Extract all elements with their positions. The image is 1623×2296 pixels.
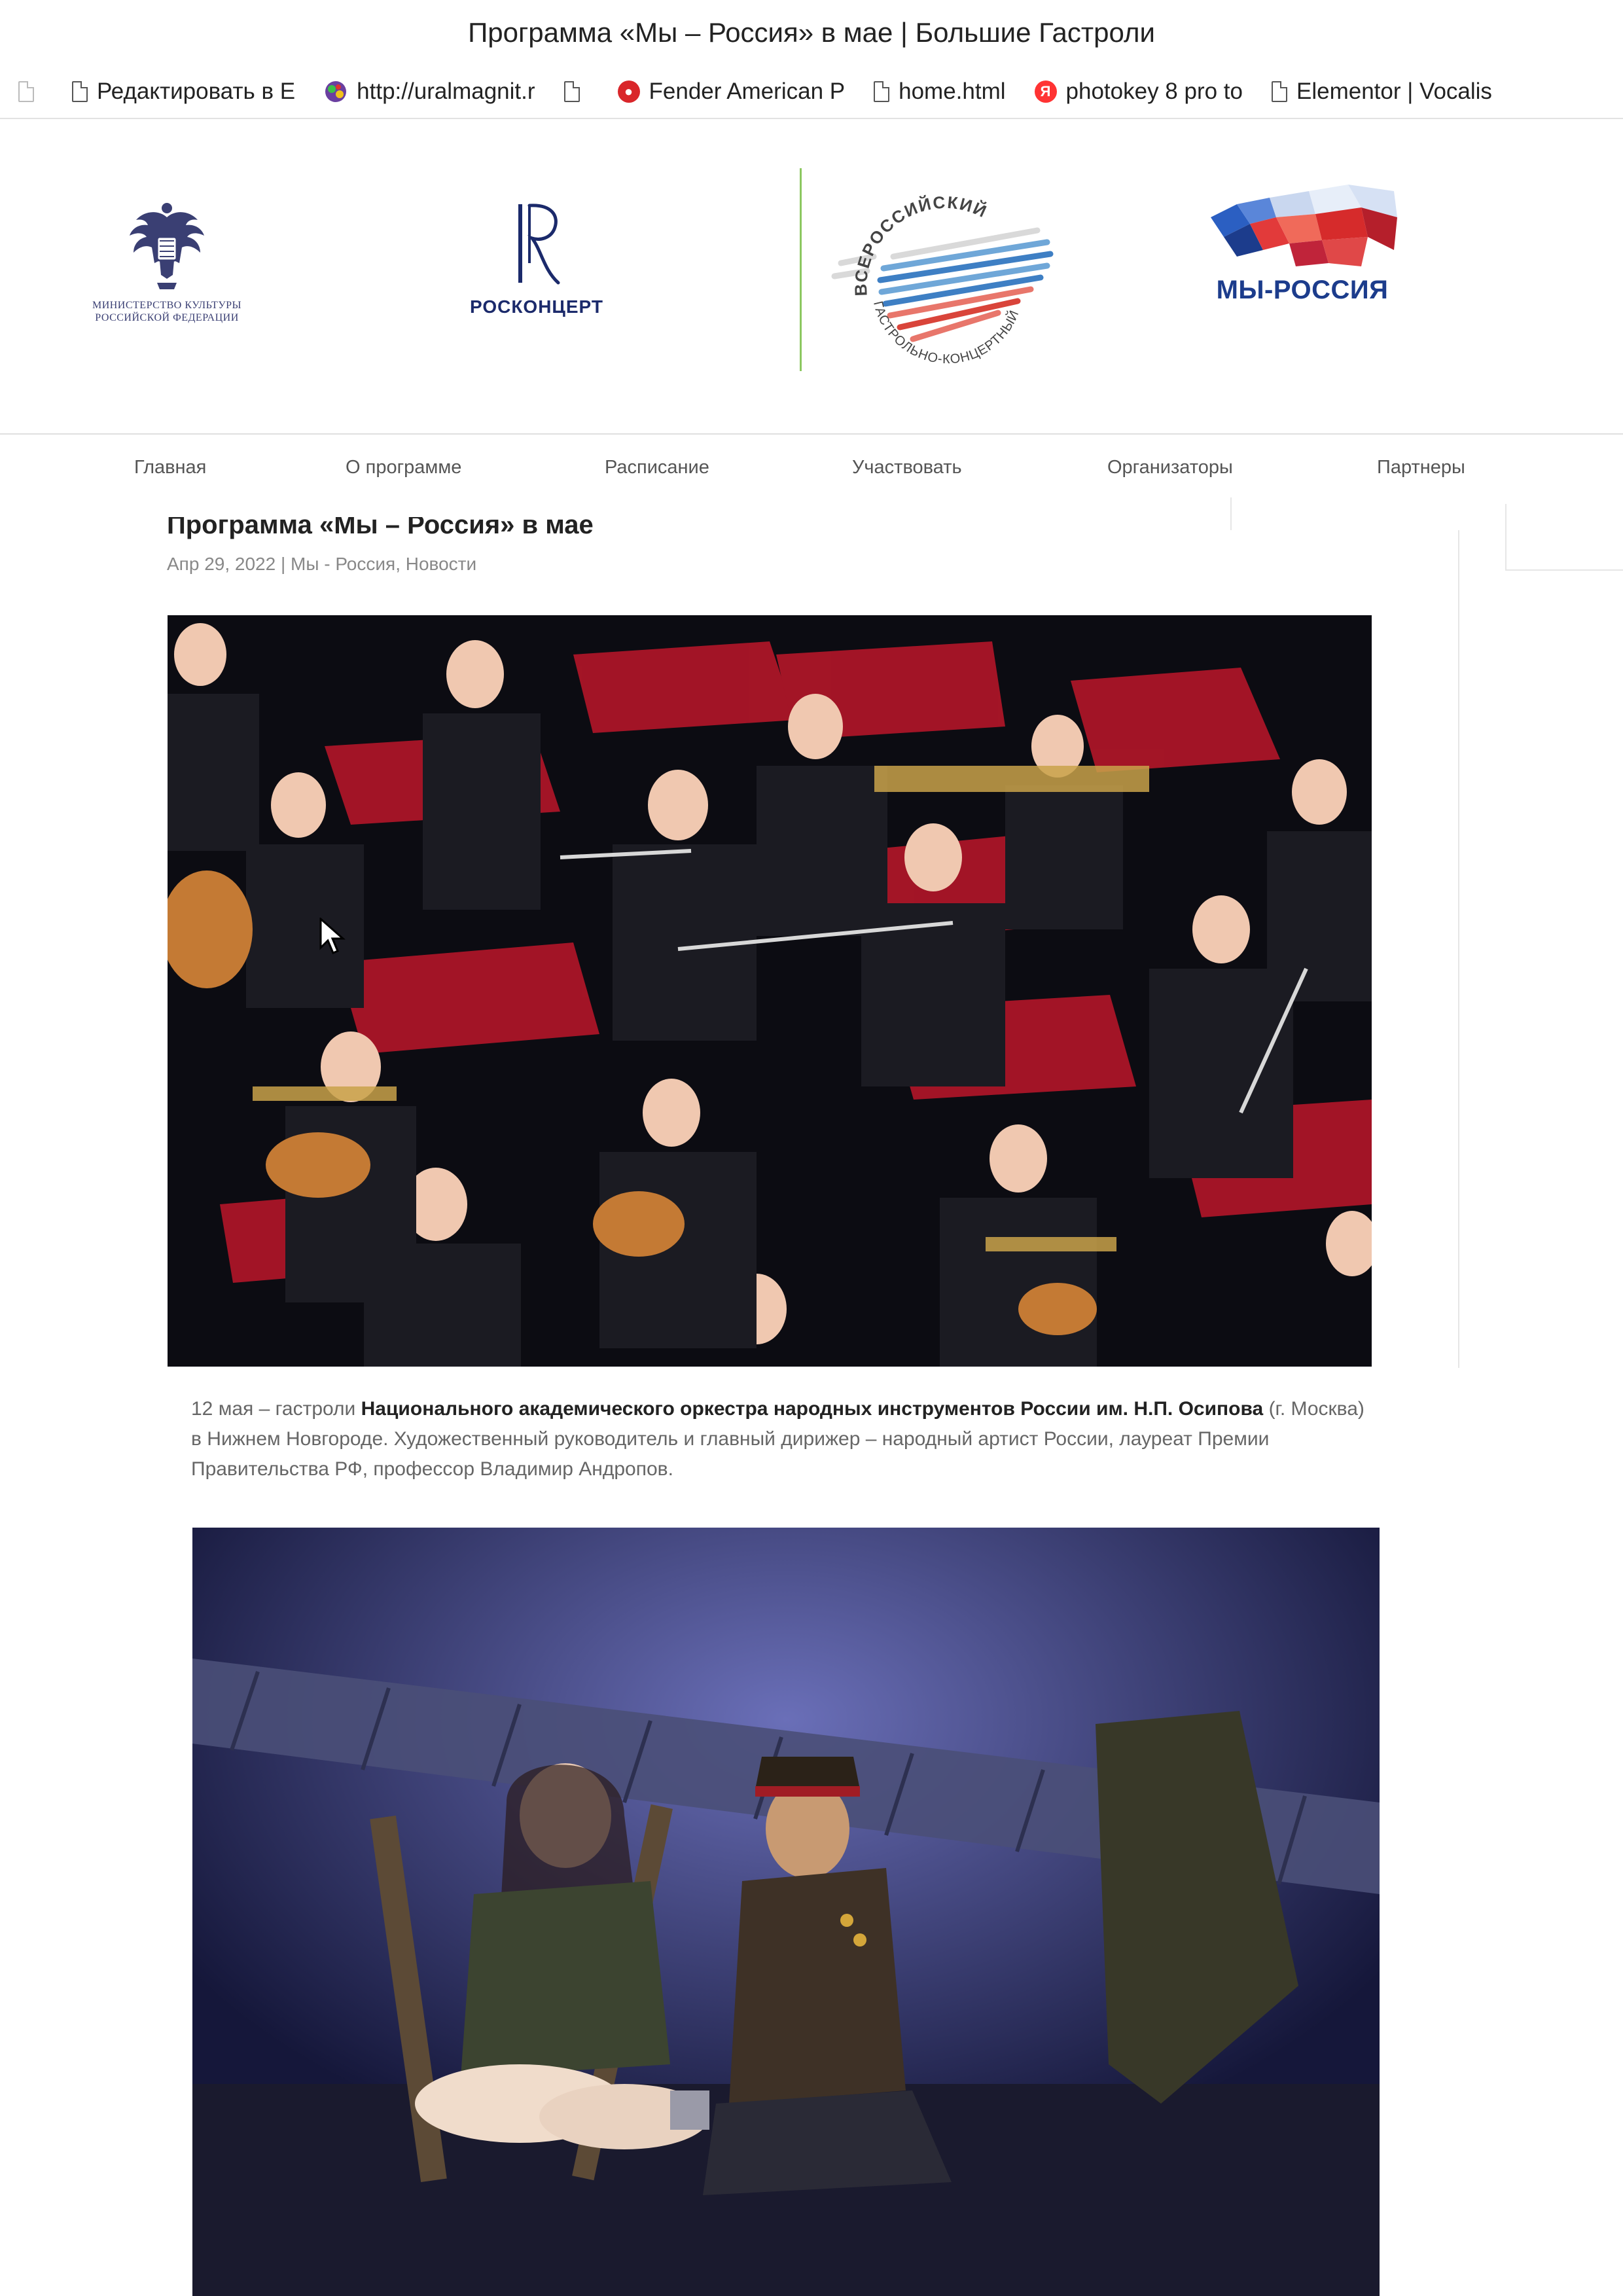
window-title: Программа «Мы – Россия» в мае | Большие … (468, 17, 1155, 48)
page-icon (1271, 81, 1287, 102)
post-caption: 12 мая – гастроли Национального академич… (191, 1394, 1369, 1484)
orchestra-image (168, 615, 1372, 1367)
ministry-of-culture-logo[interactable]: МИНИСТЕРСТВО КУЛЬТУРЫ РОССИЙСКОЙ ФЕДЕРАЦ… (79, 198, 255, 342)
bookmark-label: photokey 8 pro to (1065, 79, 1243, 104)
nav-item-participate[interactable]: Участвовать (852, 457, 962, 478)
nav-item-organizers[interactable]: Организаторы (1107, 457, 1233, 478)
bookmark-edit[interactable]: Редактировать в E (58, 65, 310, 118)
bookmark-label: Elementor | Vocalis (1296, 79, 1492, 104)
bookmark-blank-1[interactable] (0, 65, 58, 118)
bookmark-uralmagnit[interactable]: http://uralmagnit.r (310, 65, 549, 118)
theatre-photo (192, 1528, 1380, 2296)
globe-icon (324, 80, 348, 103)
site-header: МИНИСТЕРСТВО КУЛЬТУРЫ РОССИЙСКОЙ ФЕДЕРАЦ… (0, 119, 1623, 435)
sidebar-widget (1505, 504, 1623, 571)
bookmark-elementor[interactable]: Elementor | Vocalis (1257, 65, 1507, 118)
category-link-my-russia[interactable]: Мы - Россия (291, 554, 395, 574)
caption-lead: 12 мая – гастроли (191, 1398, 356, 1420)
page-icon (18, 81, 34, 102)
my-russia-caption: МЫ-РОССИЯ (1216, 276, 1389, 304)
caption-orchestra-name: Национального академического оркестра на… (361, 1398, 1264, 1420)
double-headed-eagle-icon (130, 203, 204, 289)
russia-map-stripes-icon: ВСЕРОССИЙСКИЙ ГАСТРОЛЬНО-КОНЦЕРТНЫЙ ПЛАН (816, 173, 1054, 367)
category-separator: , (395, 554, 401, 574)
post-date: Апр 29, 2022 (167, 554, 276, 574)
meta-separator: | (280, 554, 286, 574)
bookmark-blank-2[interactable] (550, 65, 603, 118)
nav-divider (1230, 497, 1232, 530)
main-nav: Главная О программе Расписание Участвова… (0, 435, 1623, 500)
nav-item-schedule[interactable]: Расписание (605, 457, 709, 478)
bookmark-label: home.html (899, 79, 1006, 104)
bookmarks-bar: Редактировать в E http://uralmagnit.r ● … (0, 65, 1623, 119)
page-icon (72, 81, 88, 102)
red-circle-icon: ● (617, 81, 640, 103)
rosconcert-mark-icon (518, 204, 560, 285)
sidebar-divider (1458, 530, 1459, 1368)
nav-item-partners[interactable]: Партнеры (1377, 457, 1465, 478)
bookmark-label: http://uralmagnit.r (357, 79, 535, 104)
mouse-cursor-icon (319, 918, 346, 954)
bookmark-label: Fender American P (649, 79, 846, 104)
header-divider (800, 168, 802, 371)
bookmark-photokey[interactable]: Я photokey 8 pro to (1020, 65, 1257, 118)
russia-polygon-map-icon (1211, 185, 1397, 266)
bookmark-home[interactable]: home.html (859, 65, 1020, 118)
rosconcert-caption: РОСКОНЦЕРТ (470, 296, 603, 317)
yandex-icon: Я (1034, 81, 1057, 103)
page-icon (874, 81, 890, 102)
post-meta: Апр 29, 2022 | Мы - Россия, Новости (167, 554, 476, 575)
bookmark-fender[interactable]: ● Fender American P (603, 65, 860, 118)
my-russia-logo[interactable]: МЫ-РОССИЯ (1198, 178, 1407, 335)
nav-item-about[interactable]: О программе (346, 457, 461, 478)
ministry-caption: МИНИСТЕРСТВО КУЛЬТУРЫ РОССИЙСКОЙ ФЕДЕРАЦ… (92, 300, 242, 323)
tour-plan-logo[interactable]: ВСЕРОССИЙСКИЙ ГАСТРОЛЬНО-КОНЦЕРТНЫЙ ПЛАН (816, 173, 1077, 381)
page-icon (563, 81, 580, 102)
post-title: Программа «Мы – Россия» в мае (167, 517, 594, 539)
category-link-news[interactable]: Новости (406, 554, 476, 574)
orchestra-photo (168, 615, 1372, 1367)
rosconcert-logo[interactable]: РОСКОНЦЕРТ (458, 198, 615, 329)
theatre-scene-image (192, 1528, 1380, 2296)
nav-item-home[interactable]: Главная (134, 457, 206, 478)
bookmark-label: Редактировать в E (97, 79, 296, 104)
